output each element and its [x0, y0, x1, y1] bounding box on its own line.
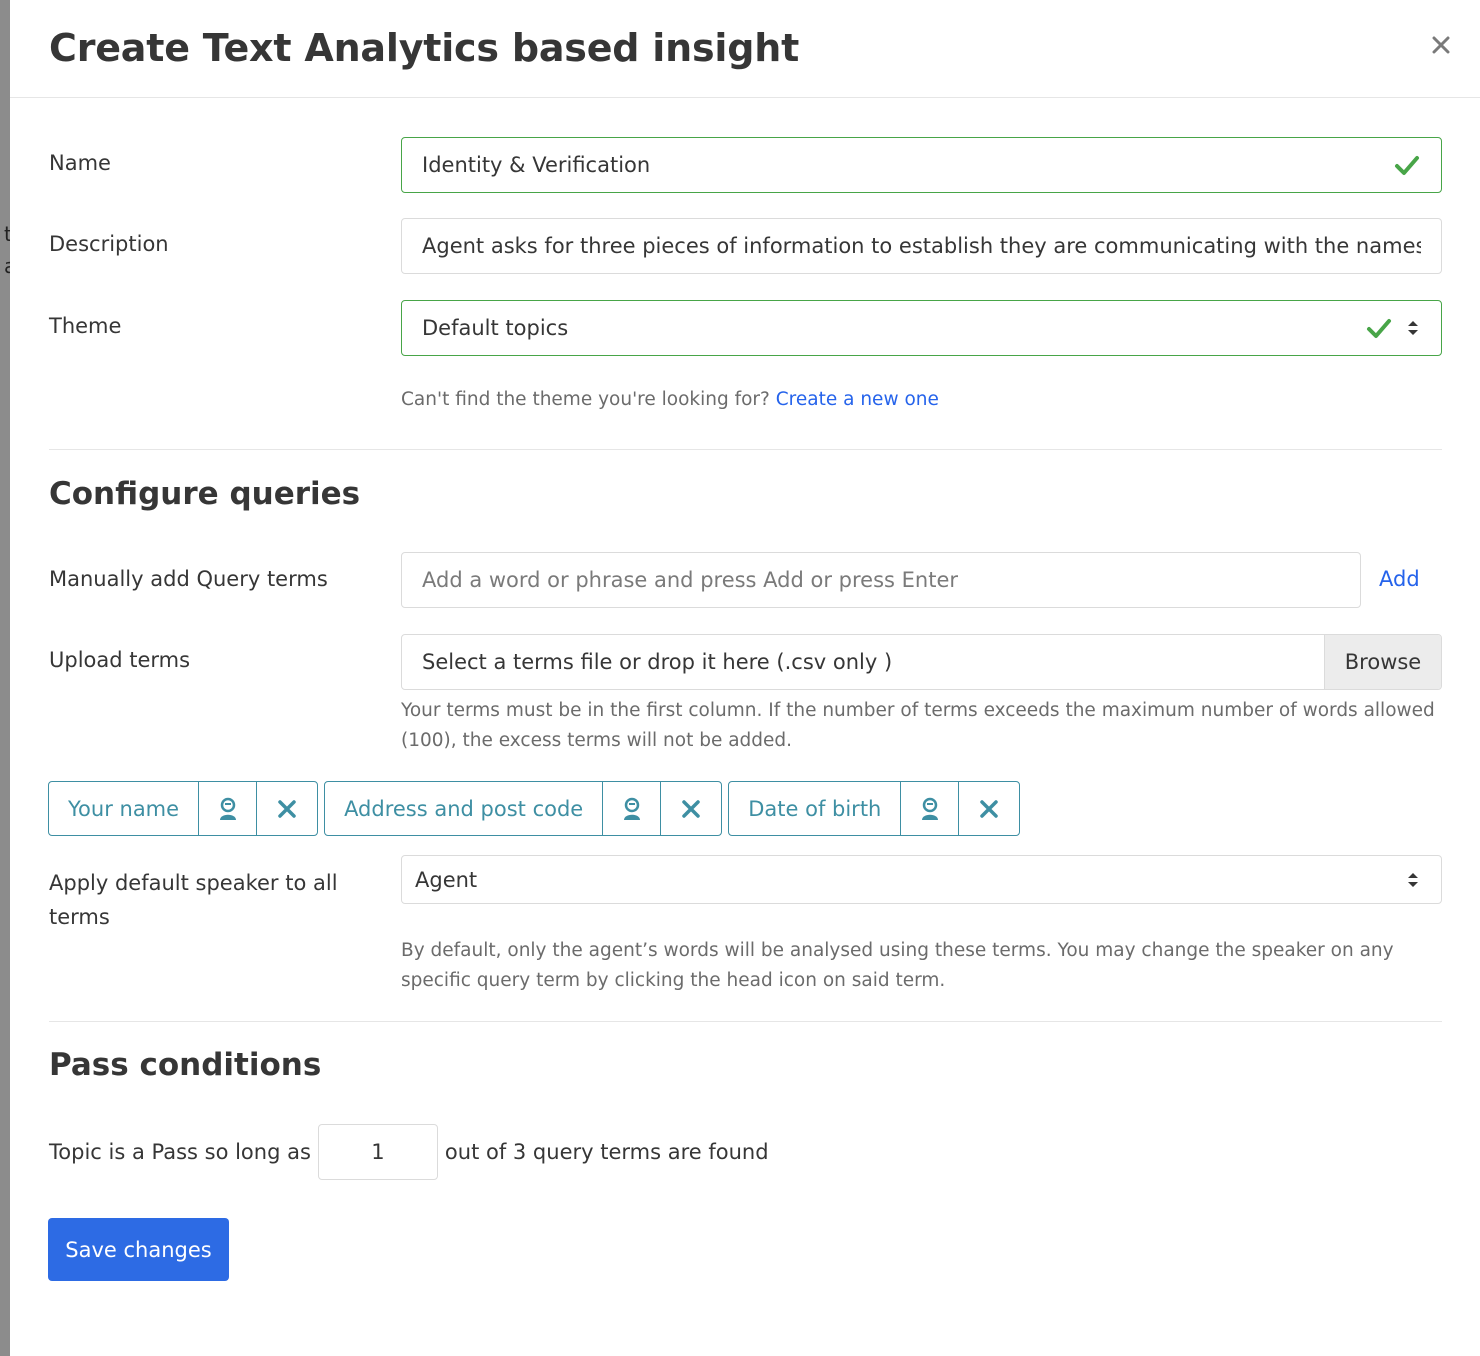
- query-terms-list: Your name Address and post code Date of …: [48, 781, 1026, 836]
- theme-select[interactable]: Default topics: [401, 300, 1442, 356]
- backdrop-page: t a: [0, 0, 10, 1356]
- name-field[interactable]: Identity & Verification: [401, 137, 1442, 193]
- default-speaker-value: Agent: [415, 867, 478, 892]
- query-term: Address and post code: [324, 781, 723, 836]
- pass-condition-row: Topic is a Pass so long as 1 out of 3 qu…: [49, 1124, 769, 1180]
- upload-terms-label: Upload terms: [49, 648, 191, 672]
- manual-terms-label: Manually add Query terms: [49, 567, 328, 591]
- query-term: Your name: [48, 781, 319, 836]
- theme-value: Default topics: [422, 316, 569, 340]
- default-speaker-label: Apply default speaker to all terms: [49, 871, 338, 929]
- theme-help-text: Can't find the theme you're looking for?: [401, 389, 770, 410]
- description-label: Description: [49, 232, 169, 256]
- chevron-updown-icon: [1405, 318, 1421, 338]
- divider: [49, 449, 1442, 450]
- modal-header: Create Text Analytics based insight: [10, 0, 1480, 98]
- theme-help: Can't find the theme you're looking for?…: [401, 385, 1451, 415]
- upload-terms-value: Select a terms file or drop it here (.cs…: [422, 650, 893, 674]
- remove-term-button[interactable]: [256, 781, 319, 836]
- close-button[interactable]: [1426, 30, 1456, 60]
- upload-terms-field[interactable]: Select a terms file or drop it here (.cs…: [401, 634, 1442, 690]
- remove-term-button[interactable]: [958, 781, 1021, 836]
- description-field[interactable]: Agent asks for three pieces of informati…: [401, 218, 1442, 274]
- divider: [49, 1021, 1442, 1022]
- query-term-label[interactable]: Date of birth: [728, 781, 902, 836]
- query-term-label[interactable]: Address and post code: [324, 781, 604, 836]
- pass-suffix: out of 3 query terms are found: [444, 1140, 769, 1164]
- person-icon: [623, 797, 640, 820]
- browse-button[interactable]: Browse: [1324, 635, 1441, 689]
- save-button[interactable]: Save changes: [48, 1218, 229, 1281]
- speaker-button[interactable]: [198, 781, 258, 836]
- person-icon: [219, 797, 236, 820]
- speaker-help: By default, only the agent’s words will …: [401, 940, 1394, 991]
- pass-conditions-heading: Pass conditions: [49, 1047, 322, 1083]
- check-icon: [1365, 314, 1393, 342]
- chevron-updown-icon: [1405, 870, 1421, 890]
- query-term-label[interactable]: Your name: [48, 781, 200, 836]
- remove-term-button[interactable]: [660, 781, 723, 836]
- theme-label: Theme: [49, 314, 122, 338]
- close-icon: [1432, 36, 1450, 54]
- insight-modal: Create Text Analytics based insight Name…: [10, 0, 1480, 1356]
- close-icon: [278, 799, 296, 818]
- name-label: Name: [49, 151, 111, 175]
- close-icon: [682, 799, 700, 818]
- close-icon: [980, 799, 999, 818]
- speaker-button[interactable]: [602, 781, 662, 836]
- query-term-placeholder: Add a word or phrase and press Add or pr…: [422, 568, 959, 592]
- person-icon: [921, 797, 938, 820]
- configure-queries-heading: Configure queries: [49, 476, 361, 512]
- create-theme-link[interactable]: Create a new one: [776, 389, 939, 410]
- modal-title: Create Text Analytics based insight: [49, 26, 800, 70]
- upload-help: Your terms must be in the first column. …: [401, 700, 1435, 751]
- add-term-button[interactable]: Add: [1379, 567, 1420, 591]
- check-icon: [1393, 151, 1421, 179]
- default-speaker-select[interactable]: Agent: [401, 855, 1442, 904]
- pass-prefix: Topic is a Pass so long as: [49, 1140, 311, 1164]
- pass-threshold-input[interactable]: 1: [317, 1124, 438, 1180]
- query-term-input[interactable]: Add a word or phrase and press Add or pr…: [401, 552, 1361, 608]
- query-term: Date of birth: [728, 781, 1021, 836]
- name-value: Identity & Verification: [422, 153, 651, 177]
- speaker-button[interactable]: [900, 781, 960, 836]
- description-value: Agent asks for three pieces of informati…: [422, 234, 1421, 258]
